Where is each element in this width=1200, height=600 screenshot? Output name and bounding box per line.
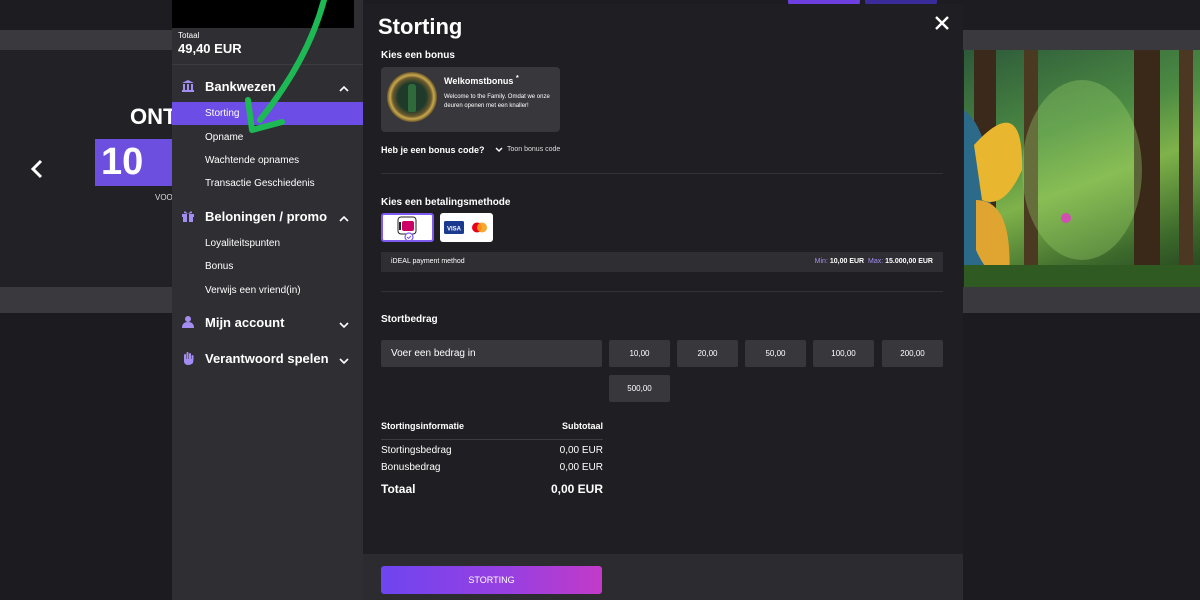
page-title: Storting <box>378 14 463 39</box>
carousel-prev-icon[interactable] <box>30 158 44 186</box>
sidebar-group-label: Verantwoord spelen <box>205 350 329 366</box>
sidebar-group-beloningen[interactable]: Beloningen / promo <box>172 202 363 230</box>
info-header-left: Stortingsinformatie <box>381 421 465 431</box>
bonus-section-label: Kies een bonus <box>381 50 455 61</box>
sidebar-group-verantwoord-spelen[interactable]: Verantwoord spelen <box>172 344 363 372</box>
modal-footer: STORTING <box>363 554 963 600</box>
bank-icon <box>181 79 195 93</box>
divider <box>381 173 943 174</box>
info-total-value: 0,00 EUR <box>550 482 603 496</box>
sidebar-item-bonus[interactable]: Bonus <box>172 255 363 278</box>
chevron-down-icon <box>339 317 349 329</box>
sidebar-item-transactie-geschiedenis[interactable]: Transactie Geschiedenis <box>172 172 363 195</box>
amount-option-button[interactable]: 20,00 <box>677 340 738 367</box>
chevron-down-icon <box>495 147 503 152</box>
info-row: Stortingsbedrag 0,00 EUR <box>381 445 603 456</box>
amount-option-button[interactable]: 10,00 <box>609 340 670 367</box>
amount-section-label: Stortbedrag <box>381 314 438 325</box>
amount-option-button[interactable]: 100,00 <box>813 340 874 367</box>
chevron-up-icon <box>339 81 349 92</box>
bonus-title: Welkomstbonus * <box>444 73 519 86</box>
info-header-right: Subtotaal <box>561 421 603 431</box>
deposit-modal: Storting Kies een bonus Welkomstbonus * … <box>363 4 963 600</box>
payment-method-card[interactable]: VISA <box>440 213 493 242</box>
info-row-label: Stortingsbedrag <box>381 445 452 456</box>
user-icon <box>181 315 195 329</box>
close-icon[interactable] <box>931 12 953 34</box>
info-header: Stortingsinformatie Subtotaal <box>381 421 603 431</box>
amount-option-button[interactable]: 200,00 <box>882 340 943 367</box>
bonus-code-question: Heb je een bonus code? <box>381 145 485 155</box>
payment-method-info: iDEAL payment method Min: 10,00 EUR Max:… <box>381 252 943 272</box>
payment-limits: Min: 10,00 EUR Max: 15.000,00 EUR <box>814 258 933 265</box>
bonus-code-toggle-label: Toon bonus code <box>507 146 561 153</box>
bonus-code-toggle[interactable]: Toon bonus code <box>495 146 560 153</box>
bottle-icon <box>408 84 416 112</box>
svg-text:VISA: VISA <box>447 227 462 233</box>
info-row-value: 0,00 EUR <box>559 462 603 473</box>
balance-label: Totaal <box>178 31 200 40</box>
info-total-label: Totaal <box>381 482 416 496</box>
amount-option-button[interactable]: 50,00 <box>745 340 806 367</box>
bonus-description: Welcome to the Family. Omdat we onze deu… <box>444 94 550 109</box>
sidebar-item-verwijs-een-vriend[interactable]: Verwijs een vriend(in) <box>172 279 363 302</box>
amount-input[interactable] <box>381 340 602 367</box>
info-total: Totaal 0,00 EUR <box>381 482 603 496</box>
sidebar-group-label: Beloningen / promo <box>205 208 328 224</box>
hand-icon <box>181 351 195 365</box>
info-row: Bonusbedrag 0,00 EUR <box>381 462 603 473</box>
divider <box>381 439 603 440</box>
payment-method-name: iDEAL payment method <box>391 258 465 265</box>
sidebar-item-wachtende-opnames[interactable]: Wachtende opnames <box>172 149 363 172</box>
visa-mastercard-icon: VISA <box>444 221 487 234</box>
bonus-card[interactable]: Welkomstbonus * Welcome to the Family. O… <box>381 67 560 132</box>
bonus-asterisk: * <box>515 73 519 82</box>
hero-highlight: 10 F <box>95 139 175 186</box>
ideal-logo-icon <box>397 216 417 242</box>
amount-option-button[interactable]: 500,00 <box>609 375 670 402</box>
chevron-down-icon <box>339 353 349 365</box>
hero-fairy-image <box>964 50 1200 287</box>
hero-headline: ONT <box>130 104 177 129</box>
divider <box>381 291 943 292</box>
info-row-label: Bonusbedrag <box>381 462 441 473</box>
chevron-up-icon <box>339 211 349 222</box>
hero-subtext: VOO <box>155 193 173 202</box>
sidebar-group-mijn-account[interactable]: Mijn account <box>172 308 363 336</box>
sidebar-group-label: Mijn account <box>205 314 285 330</box>
sidebar-item-loyaliteitspunten[interactable]: Loyaliteitspunten <box>172 232 363 255</box>
gift-icon <box>181 209 195 223</box>
info-row-value: 0,00 EUR <box>559 445 603 456</box>
payment-section-label: Kies een betalingsmethode <box>381 197 511 208</box>
annotation-arrow-icon <box>245 0 327 133</box>
champagne-bonus-image <box>387 72 437 122</box>
deposit-submit-button[interactable]: STORTING <box>381 566 602 594</box>
payment-method-ideal[interactable] <box>381 213 434 242</box>
